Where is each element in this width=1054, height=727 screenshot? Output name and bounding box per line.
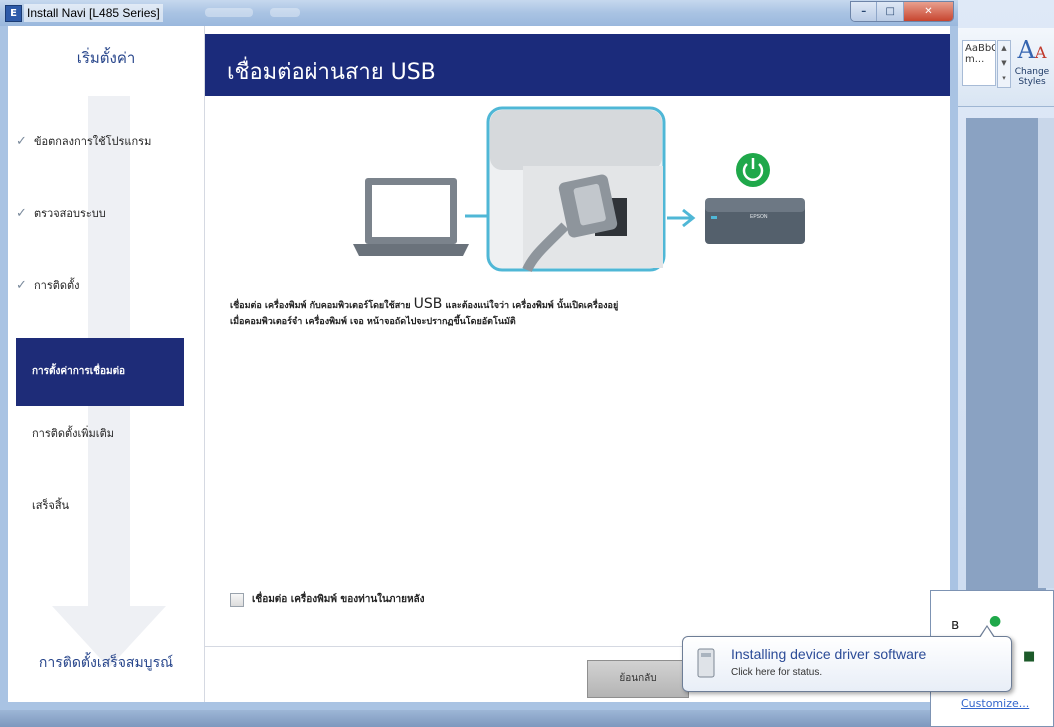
- window-frame-bottom: [0, 702, 958, 710]
- balloon-tail-inner: [980, 627, 994, 638]
- change-styles-icon: AA: [1017, 36, 1047, 64]
- instruction-usb: USB: [413, 296, 443, 312]
- sidebar-item-connection-setup: การตั้งค่าการเชื่อมต่อ: [16, 338, 184, 406]
- printer-brand: EPSON: [750, 214, 768, 220]
- close-button[interactable]: ✕: [903, 2, 953, 21]
- maximize-button[interactable]: □: [877, 2, 904, 21]
- active-marker-notch: [184, 338, 204, 406]
- main-panel: เชื่อมต่อผ่านสาย USB EPSON เชื่อมต่อ เคร…: [205, 26, 950, 702]
- header-band: เชื่อมต่อผ่านสาย USB: [205, 34, 950, 96]
- style-scroll-arrows[interactable]: ▲ ▼ ▾: [997, 40, 1011, 88]
- balloon-title: Installing device driver software: [731, 646, 927, 662]
- power-icon: [736, 153, 770, 187]
- checkmark-icon: ✓: [16, 278, 27, 293]
- sidebar-item-label: เสร็จสิ้น: [32, 499, 70, 512]
- bluetooth-icon[interactable]: ʙ: [951, 617, 959, 633]
- minimize-button[interactable]: –: [851, 2, 878, 21]
- window-titlebar[interactable]: E Install Navi [L485 Series] – □ ✕: [0, 0, 958, 27]
- style-preview-text: AaBbCcDd: [965, 43, 995, 54]
- connect-later-checkbox[interactable]: [230, 592, 244, 607]
- sidebar-item-additional-install: การติดตั้งเพิ่มเติม: [16, 416, 204, 452]
- sidebar-item-finish: เสร็จสิ้น: [16, 488, 204, 524]
- connect-later-label: เชื่อมต่อ เครื่องพิมพ์ ของท่านในภายหลัง: [252, 594, 425, 605]
- sidebar-item-label: ตรวจสอบระบบ: [34, 207, 106, 220]
- customize-link[interactable]: Customize...: [961, 697, 1029, 710]
- title-blur-2: [270, 8, 300, 17]
- driver-install-balloon[interactable]: Installing device driver software Click …: [682, 625, 1012, 692]
- word-scrollbar[interactable]: [1038, 118, 1054, 588]
- checkmark-icon: ✓: [16, 206, 27, 221]
- taskbar-strip: [0, 710, 958, 727]
- app-tray-icon[interactable]: ■: [1023, 649, 1035, 664]
- change-styles-button[interactable]: AA Change Styles: [1010, 36, 1054, 98]
- checkmark-icon: ✓: [16, 134, 27, 149]
- sidebar-item-label: การติดตั้ง: [34, 279, 80, 292]
- active-marker-fill: [176, 338, 184, 406]
- instruction-part-2: และต้องแน่ใจว่า เครื่องพิมพ์ นั้นเปิดเคร…: [445, 301, 619, 311]
- printer-icon: EPSON: [705, 198, 805, 244]
- epson-app-icon: E: [5, 5, 22, 22]
- sidebar-item-label: การตั้งค่าการเชื่อมต่อ: [32, 366, 126, 377]
- quick-style-preview[interactable]: AaBbCcDd m...: [962, 40, 996, 86]
- sidebar-item-label: ข้อตกลงการใช้โปรแกรม: [34, 135, 152, 148]
- install-complete-label: การติดตั้งเสร็จสมบูรณ์: [38, 655, 174, 671]
- instruction-part-1: เชื่อมต่อ เครื่องพิมพ์ กับคอมพิวเตอร์โดย…: [230, 301, 411, 311]
- back-button[interactable]: ย้อนกลับ: [587, 660, 689, 698]
- balloon-subtitle: Click here for status.: [731, 667, 823, 678]
- instruction-text: เชื่อมต่อ เครื่องพิมพ์ กับคอมพิวเตอร์โดย…: [230, 296, 930, 330]
- title-blur-1: [205, 8, 253, 17]
- connect-later-option[interactable]: เชื่อมต่อ เครื่องพิมพ์ ของท่านในภายหลัง: [230, 592, 425, 607]
- sidebar-item-license: ✓ ข้อตกลงการใช้โปรแกรม: [16, 124, 202, 160]
- install-navi-window: E Install Navi [L485 Series] – □ ✕ เริ่ม…: [0, 0, 958, 710]
- laptop-icon: [353, 178, 469, 256]
- window-controls: – □ ✕: [850, 1, 954, 22]
- sidebar-item-system-check: ✓ ตรวจสอบระบบ: [16, 196, 202, 232]
- window-frame-left: [0, 26, 8, 710]
- page-title: เชื่อมต่อผ่านสาย USB: [227, 60, 436, 85]
- steps-sidebar: เริ่มตั้งค่า ✓ ข้อตกลงการใช้โปรแกรม ✓ ตรวจ…: [8, 26, 205, 702]
- device-icon: [697, 648, 715, 678]
- style-name: m...: [965, 54, 985, 65]
- window-title: Install Navi [L485 Series]: [24, 4, 163, 22]
- sidebar-item-installation: ✓ การติดตั้ง: [16, 268, 202, 304]
- sidebar-item-label: การติดตั้งเพิ่มเติม: [32, 427, 114, 440]
- usb-connection-illustration: EPSON: [353, 106, 805, 273]
- sidebar-title: เริ่มตั้งค่า: [76, 49, 136, 67]
- instruction-line-2: เมื่อคอมพิวเตอร์จำ เครื่องพิมพ์ เจอ หน้า…: [230, 317, 516, 327]
- usb-plug-closeup: [486, 106, 666, 273]
- word-document-area: [966, 118, 1046, 598]
- change-styles-label-1: Change: [1014, 67, 1050, 77]
- change-styles-label-2: Styles: [1018, 77, 1046, 87]
